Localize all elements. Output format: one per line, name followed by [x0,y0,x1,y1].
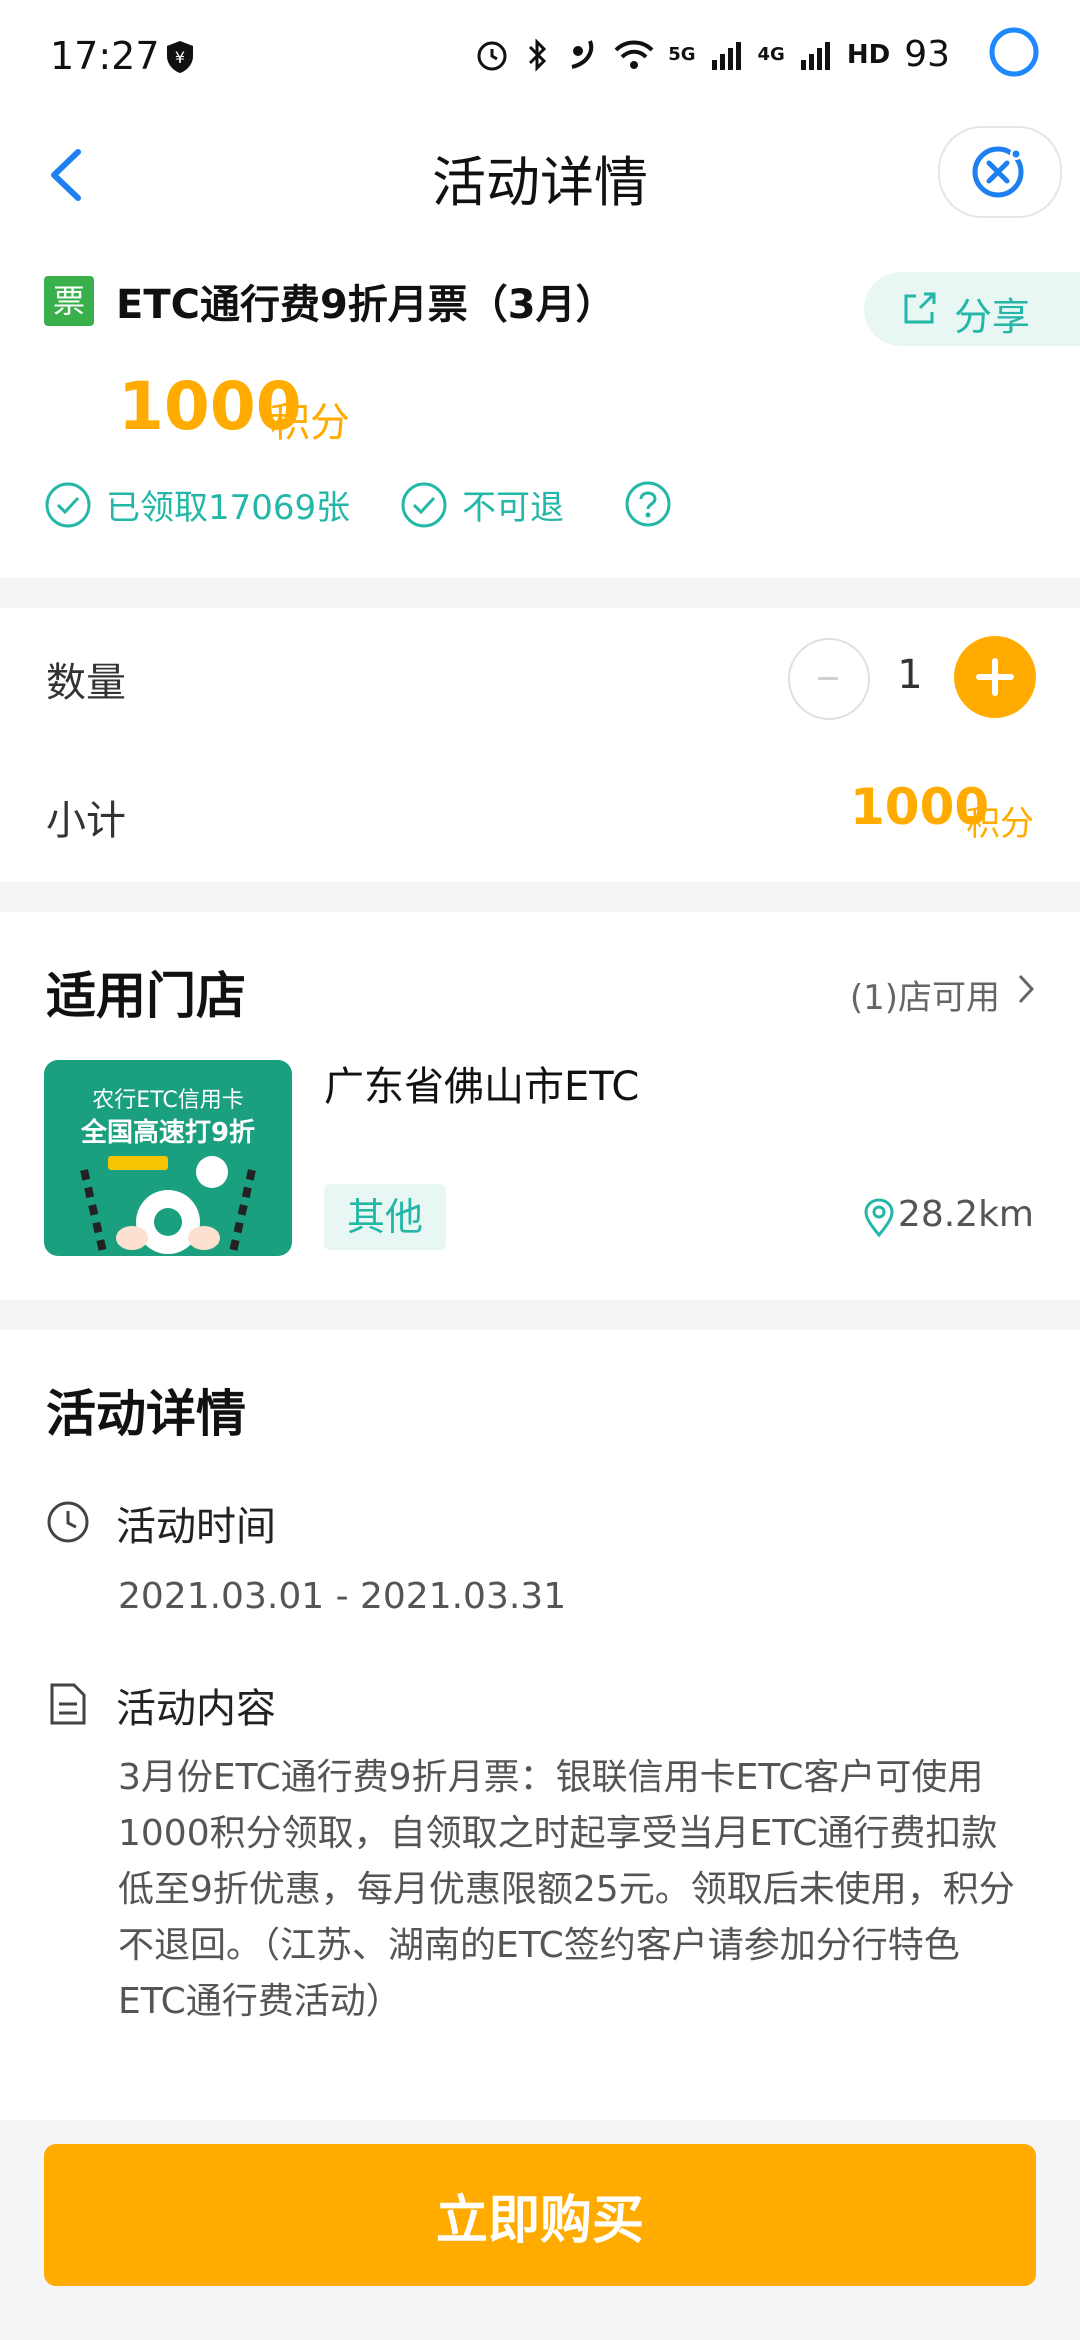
decrement-button[interactable] [788,638,870,720]
signal-bars-icon [800,41,830,70]
battery-ring-icon [989,27,1039,77]
chevron-right-icon [1018,974,1035,1004]
clock-icon [47,1501,89,1543]
price-unit: 积分 [270,400,350,446]
shield-yen-icon: ¥ [167,41,193,73]
page-title: 活动详情 [432,151,648,214]
stores-card: 适用门店 (1)店可用 农行ETC信用卡 全国高速打9折 广东省佛山市ETC 其… [0,912,1080,1300]
svg-text:¥: ¥ [175,48,185,67]
stores-title: 适用门店 [46,967,246,1025]
buy-now-button[interactable]: 立即购买 [44,2144,1036,2286]
check-circle-icon [401,482,447,527]
help-icon[interactable] [624,480,672,528]
close-target-icon [972,146,1024,198]
time-value: 2021.03.01 - 2021.03.31 [118,1576,567,1617]
quantity-value: 1 [897,652,923,698]
bluetooth-icon [529,37,547,72]
non-refundable-tag: 不可退 [400,480,564,529]
increment-button[interactable] [954,636,1036,718]
status-icons: 5G 4G HD 93 [474,34,950,75]
signal-5g-label: 5G [668,44,696,65]
nav-header: 活动详情 [0,110,1080,240]
location-pin-icon [864,1198,894,1238]
store-category-tag: 其他 [324,1184,446,1250]
status-time: 17:27 [50,34,160,78]
hd-label: HD [846,39,891,70]
details-card: 活动详情 活动时间 2021.03.01 - 2021.03.31 活动内容 3… [0,1330,1080,2120]
document-icon [50,1683,86,1725]
wifi-icon [614,40,654,69]
content-label: 活动内容 [116,1686,276,1732]
store-image-line2: 全国高速打9折 [80,1118,256,1148]
share-button[interactable]: 分享 [864,272,1080,346]
steering-wheel-icon [80,1156,256,1256]
alarm-icon [477,41,507,70]
bottom-bar: 立即购买 [0,2120,1080,2340]
quantity-card: 数量 1 小计 1000 积分 [0,608,1080,882]
battery-level: 93 [904,34,950,75]
store-image-line1: 农行ETC信用卡 [92,1088,244,1113]
close-miniprogram-button[interactable] [938,126,1062,218]
time-label: 活动时间 [116,1504,276,1550]
claimed-count: 已领取17069张 [106,488,351,528]
details-title: 活动详情 [46,1385,246,1443]
signal-4g-label: 4G [757,44,785,65]
ticket-badge: 票 [44,276,94,326]
store-image[interactable]: 农行ETC信用卡 全国高速打9折 [44,1060,292,1256]
store-distance: 28.2km [897,1194,1034,1235]
product-title: ETC通行费9折月票（3月） [116,282,616,328]
claimed-tag: 已领取17069张 [44,480,350,529]
share-icon [904,292,936,324]
content-value: 3月份ETC通行费9折月票：银联信用卡ETC客户可使用1000积分领取，自领取之… [118,1757,1015,2022]
signal-bars-icon [711,41,741,70]
check-circle-icon [45,482,91,527]
store-count-link[interactable]: (1)店可用 [850,970,1000,1019]
subtotal-unit: 积分 [966,804,1034,844]
quantity-label: 数量 [46,660,126,706]
nfc-icon [571,39,594,69]
store-name[interactable]: 广东省佛山市ETC [324,1054,639,1112]
product-card: 票 ETC通行费9折月票（3月） 分享 1000 积分 已领取17069张 不可… [0,240,1080,578]
non-refundable-label: 不可退 [462,488,564,528]
subtotal-label: 小计 [46,798,126,844]
share-label: 分享 [954,295,1031,339]
status-bar: 17:27 ¥ 5G 4G HD 93 [0,0,1080,110]
